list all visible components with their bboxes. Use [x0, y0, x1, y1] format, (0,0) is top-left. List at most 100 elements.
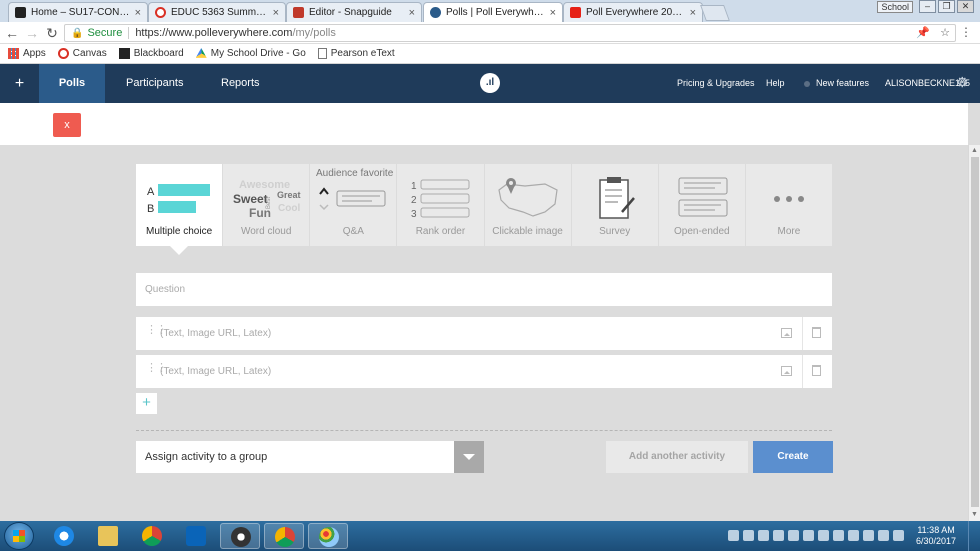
back-arrow-icon[interactable]: ←	[4, 25, 20, 41]
image-upload-icon[interactable]	[781, 366, 792, 376]
lock-app-icon	[231, 527, 251, 547]
bookmark-school-drive[interactable]: My School Drive - Go	[195, 48, 306, 59]
new-tab-button[interactable]	[700, 5, 730, 21]
taskbar-clock[interactable]: 11:38 AM 6/30/2017	[916, 525, 956, 547]
question-input[interactable]	[136, 273, 832, 306]
tray-icon[interactable]	[818, 530, 829, 541]
close-tab-icon[interactable]: ×	[550, 7, 556, 19]
reload-icon[interactable]: ↻	[44, 25, 60, 41]
group-select-toggle[interactable]	[454, 441, 484, 473]
taskbar-explorer[interactable]	[88, 523, 128, 549]
taskbar-paint[interactable]	[308, 523, 348, 549]
nav-new-features[interactable]: New features	[804, 64, 869, 103]
scrollbar-thumb[interactable]	[971, 157, 979, 507]
tray-icon[interactable]	[878, 530, 889, 541]
browser-menu-icon[interactable]: ⋮	[960, 25, 972, 39]
volume-icon[interactable]	[893, 530, 904, 541]
tray-icon[interactable]	[743, 530, 754, 541]
type-qa[interactable]: Audience favorite Q&A	[310, 164, 397, 246]
page-scrollbar[interactable]: ▲ ▼	[968, 145, 980, 521]
scroll-down-icon[interactable]: ▼	[971, 511, 978, 518]
tray-icon[interactable]	[803, 530, 814, 541]
tray-icon[interactable]	[728, 530, 739, 541]
bookmark-canvas[interactable]: Canvas	[57, 48, 107, 59]
option-row: ⋮⋮	[136, 317, 832, 350]
close-editor-button[interactable]: x	[53, 113, 81, 137]
close-tab-icon[interactable]: ×	[135, 7, 141, 19]
bluetooth-icon[interactable]	[788, 530, 799, 541]
speech-bubble-top	[678, 177, 728, 195]
add-another-activity-button[interactable]: Add another activity	[606, 441, 748, 473]
drag-handle-icon[interactable]: ⋮⋮	[146, 363, 167, 374]
minimize-icon[interactable]: –	[919, 0, 936, 13]
drag-handle-icon[interactable]: ⋮⋮	[146, 325, 167, 336]
url-input[interactable]: 🔒 Secure https://www.polleverywhere.com /…	[64, 24, 956, 42]
nav-pricing[interactable]: Pricing & Upgrades	[677, 64, 755, 103]
gear-icon[interactable]: ⚙	[956, 74, 969, 91]
taskbar-ie[interactable]	[44, 523, 84, 549]
browser-tab-youtube[interactable]: Poll Everywhere 2017 Tu ×	[563, 2, 703, 22]
type-label: Clickable image	[492, 226, 563, 237]
option-input[interactable]	[160, 317, 780, 350]
taskbar-outlook[interactable]	[176, 523, 216, 549]
type-word-cloud[interactable]: Awesome Sweet Great Best Fun Cool Word c…	[223, 164, 310, 246]
option-input[interactable]	[160, 355, 780, 388]
close-window-icon[interactable]: ✕	[957, 0, 974, 13]
type-rank-order[interactable]: 1 2 3 Rank order	[397, 164, 484, 246]
network-icon[interactable]	[848, 530, 859, 541]
apps-grid-icon	[8, 48, 19, 59]
close-tab-icon[interactable]: ×	[273, 7, 279, 19]
restore-icon[interactable]: ❐	[938, 0, 955, 13]
polleverywhere-favicon-icon	[430, 7, 441, 18]
nav-polls[interactable]: Polls	[39, 64, 105, 103]
create-button[interactable]: Create	[753, 441, 833, 473]
taskbar-security-app[interactable]	[220, 523, 260, 549]
bookmark-blackboard[interactable]: Blackboard	[118, 48, 184, 59]
bookmark-label: My School Drive - Go	[210, 48, 306, 59]
add-option-button[interactable]: +	[136, 393, 157, 414]
pin-icon[interactable]: 📌	[916, 26, 930, 39]
browser-tab-educ[interactable]: EDUC 5363 Summer 201 ×	[148, 2, 286, 22]
forward-arrow-icon[interactable]: →	[24, 25, 40, 41]
trash-icon[interactable]	[812, 365, 821, 376]
bookmark-star-icon[interactable]: ☆	[940, 26, 950, 39]
type-more[interactable]: More	[745, 164, 832, 246]
nav-reports[interactable]: Reports	[221, 64, 260, 103]
windows-start-icon[interactable]	[4, 522, 34, 550]
tray-icon[interactable]	[773, 530, 784, 541]
type-multiple-choice[interactable]: A B Multiple choice	[136, 164, 223, 246]
browser-tab-home[interactable]: Home – SU17-CONTEMP ×	[8, 2, 148, 22]
paint-icon	[319, 527, 339, 547]
upvote-arrow-icon	[319, 187, 330, 195]
show-desktop-button[interactable]	[968, 521, 980, 551]
trash-icon[interactable]	[812, 327, 821, 338]
image-upload-icon[interactable]	[781, 328, 792, 338]
taskbar-chrome-pinned[interactable]	[132, 523, 172, 549]
clipboard-icon	[598, 177, 635, 219]
type-open-ended[interactable]: Open-ended	[658, 164, 745, 246]
mc-bar-b	[158, 201, 196, 213]
nav-help[interactable]: Help	[766, 64, 785, 103]
nav-participants[interactable]: Participants	[126, 64, 183, 103]
tray-icon[interactable]	[833, 530, 844, 541]
bookmark-apps[interactable]: Apps	[8, 48, 46, 59]
rank-number: 2	[411, 195, 417, 206]
browser-tab-polls[interactable]: Polls | Poll Everywhere ×	[423, 2, 563, 22]
bookmark-pearson[interactable]: Pearson eText	[317, 48, 395, 59]
close-tab-icon[interactable]: ×	[690, 7, 696, 19]
add-activity-plus-button[interactable]: +	[0, 64, 39, 103]
polleverywhere-logo-icon[interactable]: .ıl	[480, 73, 500, 93]
close-tab-icon[interactable]: ×	[409, 7, 415, 19]
browser-tab-snapguide[interactable]: Editor - Snapguide ×	[286, 2, 422, 22]
type-clickable-image[interactable]: Clickable image	[484, 164, 571, 246]
qa-icon: Audience favorite	[316, 168, 394, 211]
taskbar-chrome-active[interactable]	[264, 523, 304, 549]
tray-icon[interactable]	[758, 530, 769, 541]
type-survey[interactable]: Survey	[571, 164, 658, 246]
tray-icon[interactable]	[863, 530, 874, 541]
scroll-up-icon[interactable]: ▲	[971, 147, 978, 154]
assign-group-select[interactable]: Assign activity to a group	[136, 441, 484, 473]
profile-badge[interactable]: School	[877, 0, 913, 13]
tab-label: Poll Everywhere 2017 Tu	[586, 7, 686, 18]
mc-bar-a	[158, 184, 210, 196]
